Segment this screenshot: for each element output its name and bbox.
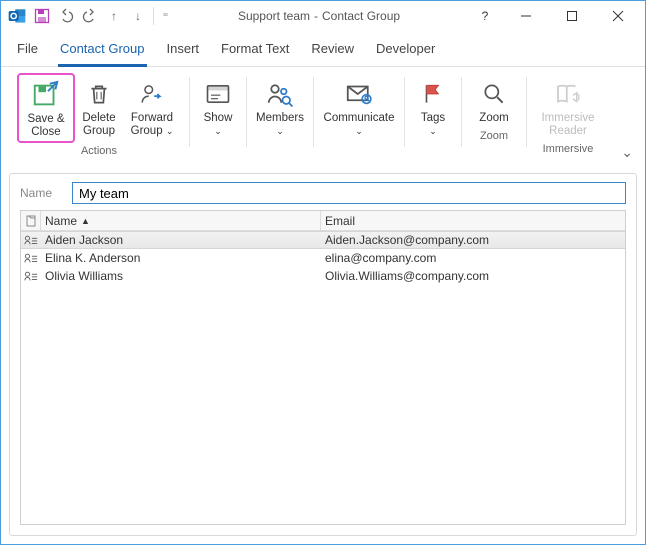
- delete-group-label: Delete Group: [82, 112, 115, 138]
- close-button[interactable]: [595, 2, 641, 30]
- window-title: Support team - Contact Group: [171, 9, 467, 23]
- column-name[interactable]: Name ▲: [41, 211, 321, 230]
- separator: [189, 77, 190, 147]
- table-row[interactable]: Elina K. Andersonelina@company.com: [21, 249, 625, 267]
- qat-dropdown-icon[interactable]: ⁼: [153, 7, 171, 25]
- separator: [313, 77, 314, 147]
- list-header: Name ▲ Email: [21, 211, 625, 231]
- save-close-icon: [30, 79, 62, 111]
- members-list: Name ▲ Email Aiden JacksonAiden.Jackson@…: [20, 210, 626, 525]
- forward-group-label: Forward Group ⌄: [131, 112, 174, 138]
- chevron-down-icon: ⌄: [276, 126, 284, 136]
- members-button[interactable]: Members⌄: [251, 73, 309, 141]
- members-icon: [264, 78, 296, 110]
- group-zoom-label: Zoom: [480, 130, 508, 142]
- trash-icon: [83, 78, 115, 110]
- member-name: Olivia Williams: [41, 269, 321, 283]
- contact-icon: [21, 252, 41, 264]
- mail-icon: [343, 78, 375, 110]
- chevron-down-icon: ⌄: [429, 126, 437, 136]
- doc-type: Contact Group: [322, 9, 400, 23]
- tab-file[interactable]: File: [15, 37, 40, 66]
- ribbon: Save & Close Delete Group Forward Group …: [1, 67, 645, 167]
- tab-review[interactable]: Review: [309, 37, 356, 66]
- doc-title: Support team: [238, 9, 310, 23]
- save-close-label: Save & Close: [27, 113, 64, 139]
- show-label: Show⌄: [204, 112, 233, 138]
- card-icon: [202, 78, 234, 110]
- show-button[interactable]: Show⌄: [194, 73, 242, 141]
- undo-icon[interactable]: [57, 7, 75, 25]
- ribbon-tabs: File Contact Group Insert Format Text Re…: [1, 31, 645, 67]
- redo-icon[interactable]: [81, 7, 99, 25]
- titlebar: ↑ ↓ ⁼ Support team - Contact Group ?: [1, 1, 645, 31]
- outlook-icon: [7, 6, 27, 26]
- member-email: Olivia.Williams@company.com: [321, 269, 625, 283]
- chevron-down-icon: ⌄: [166, 126, 174, 136]
- name-label: Name: [20, 186, 72, 200]
- separator: [461, 77, 462, 147]
- column-email-label: Email: [325, 214, 355, 228]
- tab-contact-group[interactable]: Contact Group: [58, 37, 147, 67]
- member-email: Aiden.Jackson@company.com: [321, 233, 625, 247]
- window: ↑ ↓ ⁼ Support team - Contact Group ? Fil…: [0, 0, 646, 545]
- contact-icon: [21, 234, 41, 246]
- help-button[interactable]: ?: [467, 2, 503, 30]
- down-icon[interactable]: ↓: [129, 7, 147, 25]
- zoom-button[interactable]: Zoom: [470, 73, 518, 128]
- quick-access-toolbar: ↑ ↓ ⁼: [33, 7, 171, 25]
- communicate-label: Communicate⌄: [324, 112, 395, 138]
- immersive-reader-label: Immersive Reader: [541, 112, 594, 138]
- content-area: Name Name ▲ Email Aiden JacksonAiden.Jac…: [9, 173, 637, 536]
- tags-button[interactable]: Tags⌄: [409, 73, 457, 141]
- separator: [246, 77, 247, 147]
- window-controls: ?: [467, 2, 641, 30]
- tags-label: Tags⌄: [421, 112, 445, 138]
- forward-icon: [136, 78, 168, 110]
- up-icon[interactable]: ↑: [105, 7, 123, 25]
- separator: [404, 77, 405, 147]
- communicate-button[interactable]: Communicate⌄: [318, 73, 400, 141]
- minimize-button[interactable]: [503, 2, 549, 30]
- chevron-down-icon: ⌄: [355, 126, 363, 136]
- tab-developer[interactable]: Developer: [374, 37, 437, 66]
- immersive-reader-button: Immersive Reader: [535, 73, 601, 141]
- save-icon[interactable]: [33, 7, 51, 25]
- table-row[interactable]: Olivia WilliamsOlivia.Williams@company.c…: [21, 267, 625, 285]
- zoom-label: Zoom: [479, 112, 508, 125]
- member-name: Aiden Jackson: [41, 233, 321, 247]
- flag-icon: [417, 78, 449, 110]
- column-icon[interactable]: [21, 211, 41, 230]
- group-immersive-label: Immersive: [543, 143, 594, 155]
- group-name-input[interactable]: [72, 182, 626, 204]
- delete-group-button[interactable]: Delete Group: [75, 73, 123, 143]
- member-name: Elina K. Anderson: [41, 251, 321, 265]
- zoom-icon: [478, 78, 510, 110]
- group-actions: Save & Close Delete Group Forward Group …: [13, 73, 185, 157]
- forward-group-button[interactable]: Forward Group ⌄: [123, 73, 181, 143]
- group-actions-label: Actions: [81, 145, 117, 157]
- member-email: elina@company.com: [321, 251, 625, 265]
- column-email[interactable]: Email: [321, 211, 625, 230]
- column-name-label: Name: [45, 214, 77, 228]
- tab-format-text[interactable]: Format Text: [219, 37, 291, 66]
- name-row: Name: [20, 182, 626, 204]
- separator: [526, 77, 527, 147]
- book-speaker-icon: [552, 78, 584, 110]
- save-close-button[interactable]: Save & Close: [17, 73, 75, 143]
- group-immersive: Immersive Reader Immersive: [531, 73, 605, 155]
- maximize-button[interactable]: [549, 2, 595, 30]
- sort-asc-icon: ▲: [81, 216, 90, 226]
- members-label: Members⌄: [256, 112, 304, 138]
- chevron-down-icon: ⌄: [214, 126, 222, 136]
- table-row[interactable]: Aiden JacksonAiden.Jackson@company.com: [21, 231, 625, 249]
- group-zoom: Zoom Zoom: [466, 73, 522, 142]
- tab-insert[interactable]: Insert: [165, 37, 202, 66]
- contact-icon: [21, 270, 41, 282]
- title-sep: -: [314, 9, 318, 23]
- ribbon-collapse-icon[interactable]: ⌄: [621, 144, 633, 161]
